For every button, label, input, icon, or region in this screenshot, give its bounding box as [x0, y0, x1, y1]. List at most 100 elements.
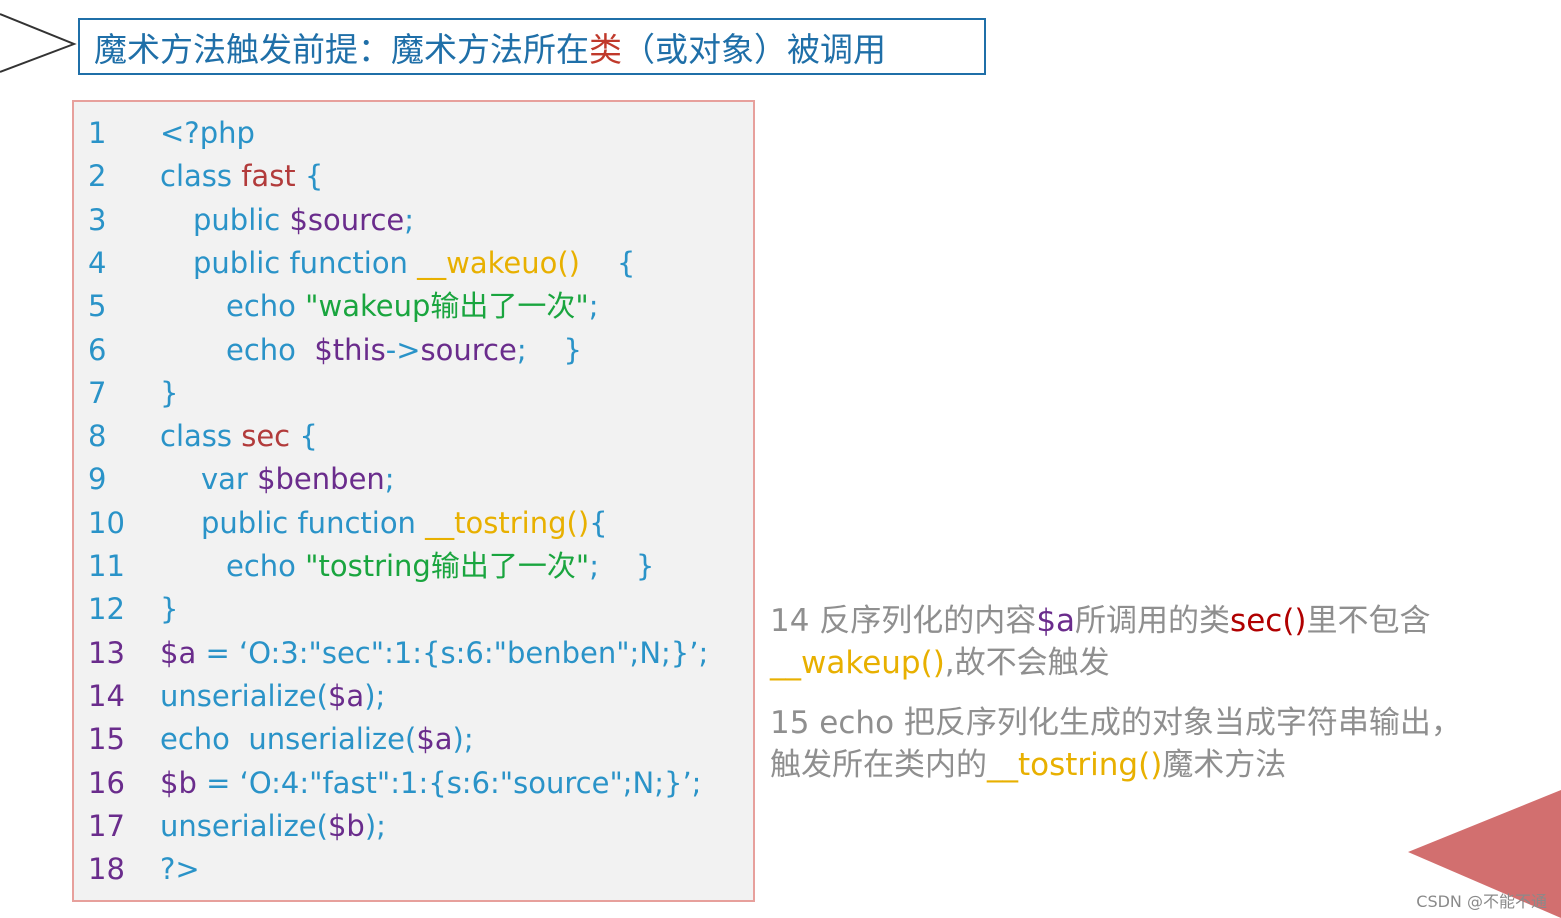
- code-line: 5 echo "wakeup输出了一次";: [74, 285, 754, 328]
- title-highlight: 类: [589, 29, 622, 69]
- arrow-pointer-icon: [0, 13, 77, 73]
- code-text: echo $this->source; }: [226, 329, 582, 372]
- code-line: 8 class sec {: [74, 415, 754, 458]
- code-token: ?>: [160, 852, 200, 887]
- code-token: public function: [193, 245, 418, 280]
- code-line: 7}: [74, 372, 754, 415]
- note-token: sec(): [1230, 603, 1307, 639]
- code-line: 2 class fast {: [74, 155, 754, 198]
- note-token: ,故不会触发: [944, 645, 1110, 681]
- line-number: 10: [88, 505, 125, 540]
- line-number: 8: [88, 419, 107, 454]
- code-line: 12}: [74, 588, 754, 631]
- code-line: 9 var $benben;: [74, 458, 754, 501]
- title-part-2: （或对象）被调用: [622, 29, 886, 69]
- line-number: 12: [88, 592, 125, 627]
- line-number: 17: [88, 808, 125, 843]
- code-text: ?>: [160, 848, 200, 891]
- code-text: unserialize($a);: [160, 675, 385, 718]
- code-text: echo "tostring输出了一次"; }: [226, 545, 654, 588]
- code-token: $source: [289, 202, 405, 237]
- code-token: echo: [226, 549, 306, 583]
- code-token: sec: [241, 419, 291, 454]
- code-token: class: [160, 159, 242, 194]
- code-text: public function __wakeuo() {: [193, 242, 635, 285]
- code-token: $b: [160, 765, 197, 800]
- line-number: 2: [88, 159, 107, 194]
- code-text: class sec {: [160, 415, 318, 458]
- code-token: __tostring(): [425, 505, 590, 540]
- code-text: }: [160, 372, 178, 415]
- code-line: 15 echo unserialize($a);: [74, 718, 754, 761]
- line-number: 1: [88, 116, 107, 150]
- code-text: echo "wakeup输出了一次";: [226, 285, 598, 328]
- code-token: <?php: [160, 116, 255, 150]
- note-token: 里不包含: [1306, 603, 1431, 639]
- code-line: 11 echo "tostring输出了一次"; }: [74, 545, 754, 588]
- code-line: 13 $a = ‘O:3:"sec":1:{s:6:"benben";N;}’;: [74, 632, 754, 675]
- code-line: 10 public function __tostring(){: [74, 502, 754, 545]
- note-token: __tostring(): [987, 747, 1163, 783]
- title-part-1: 魔术方法触发前提：魔术方法所在: [94, 29, 589, 69]
- line-number: 18: [88, 852, 125, 887]
- code-line: 14 unserialize($a);: [74, 675, 754, 718]
- code-line: 18 ?>: [74, 848, 754, 891]
- code-token: echo: [226, 332, 315, 367]
- note-token: 所调用的类: [1075, 603, 1231, 639]
- code-token: $this: [314, 332, 386, 367]
- code-line: 1 <?php: [74, 112, 754, 155]
- code-token: "wakeup输出了一次": [305, 289, 589, 324]
- code-token: var: [201, 462, 258, 497]
- line-number: 4: [88, 245, 107, 280]
- code-line: 6 echo $this->source; }: [74, 329, 754, 372]
- line-number: 13: [88, 635, 125, 670]
- code-text: var $benben;: [201, 458, 395, 501]
- code-token: );: [364, 808, 386, 843]
- code-text: public $source;: [193, 199, 414, 242]
- code-line: 3 public $source;: [74, 199, 754, 242]
- code-token: $benben: [257, 462, 385, 497]
- line-number: 11: [88, 549, 125, 583]
- code-token: $a: [160, 635, 197, 670]
- code-token: ;: [384, 462, 395, 497]
- line-number: 16: [88, 765, 125, 800]
- code-token: }: [160, 592, 179, 627]
- code-line: 16 $b = ‘O:4:"fast":1:{s:6:"source";N;}’;: [74, 762, 754, 805]
- code-token: {: [589, 505, 608, 540]
- code-token: public function: [201, 505, 426, 540]
- code-token: unserialize(: [160, 808, 328, 843]
- code-token: $b: [327, 808, 365, 843]
- code-text: unserialize($b);: [160, 805, 386, 848]
- code-line: 17 unserialize($b);: [74, 805, 754, 848]
- note-token: __wakeup(): [770, 645, 945, 681]
- code-text: public function __tostring(){: [201, 502, 608, 545]
- line-number: 3: [88, 202, 107, 237]
- code-token: __wakeuo(): [417, 245, 580, 280]
- code-token: ; }: [516, 332, 582, 367]
- code-text: }: [160, 588, 178, 631]
- code-token: ;: [404, 202, 415, 237]
- code-token: );: [364, 678, 386, 713]
- line-number: 6: [88, 332, 107, 367]
- note-line: 触发所在类内的__tostring()魔术方法: [770, 744, 1286, 787]
- note-token: 魔术方法: [1162, 747, 1287, 783]
- code-token: ;: [588, 289, 599, 324]
- code-token: {: [580, 245, 636, 280]
- code-token: fast: [241, 159, 296, 194]
- code-token: }: [160, 375, 179, 410]
- code-token: "tostring输出了一次": [305, 549, 590, 583]
- code-token: echo: [226, 289, 306, 324]
- line-number: 9: [88, 462, 107, 497]
- code-token: public: [193, 202, 290, 237]
- code-text: <?php: [160, 112, 255, 155]
- slide-title: 魔术方法触发前提：魔术方法所在类（或对象）被调用: [78, 18, 986, 75]
- code-token: = ‘O:4:"fast":1:{s:6:"source";N;}’;: [196, 765, 702, 800]
- code-block: 1 <?php 2 class fast {3 public $source; 4 publ…: [72, 100, 755, 902]
- code-token: $a: [327, 678, 365, 713]
- code-token: ; }: [589, 549, 655, 583]
- note-token: 触发所在类内的: [770, 747, 987, 783]
- code-token: = ‘O:3:"sec":1:{s:6:"benben";N;}’;: [196, 635, 709, 670]
- code-token: class: [160, 419, 242, 454]
- code-token: ->: [385, 332, 421, 367]
- code-token: {: [290, 419, 318, 454]
